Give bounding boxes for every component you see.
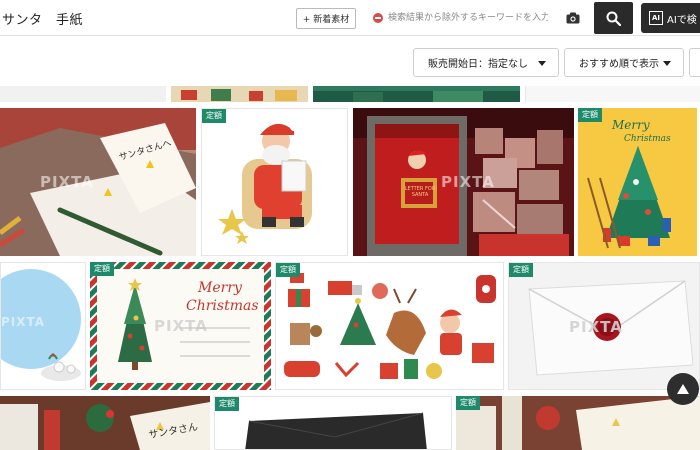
thumbnail-christmas-icons-image	[276, 263, 503, 389]
new-materials-button[interactable]: + 新着素材	[296, 8, 356, 29]
card-merry-text: Merry	[198, 280, 242, 296]
thumbnail-letter-pencil[interactable]: サンタさんへ PIXTA	[0, 108, 196, 256]
thumbnail-row0-4[interactable]	[525, 86, 700, 102]
watermark-text: PIXTA	[569, 318, 623, 336]
thumbnail-row0-3[interactable]	[313, 86, 520, 102]
watermark-text: PIXTA	[1, 315, 46, 329]
fixed-price-badge: 定額	[90, 262, 114, 276]
sale-start-date-label: 販売開始日：指定なし	[428, 59, 528, 70]
thumbnail-santa-reading[interactable]: 定額	[201, 108, 348, 256]
fixed-price-badge: 定額	[202, 109, 226, 123]
camera-search-button[interactable]	[558, 6, 588, 30]
thumbnail-milk-letter-image	[456, 396, 700, 450]
ai-search-button[interactable]: AI AIで検	[641, 3, 700, 33]
fixed-price-badge: 定額	[578, 108, 602, 122]
thumbnail-black-envelope[interactable]: 定額	[214, 396, 452, 450]
arrow-up-icon	[677, 384, 689, 394]
scroll-to-top-button[interactable]	[667, 373, 699, 405]
camera-icon	[566, 12, 580, 24]
thumbnail-black-envelope-image	[215, 397, 451, 449]
thumbnail-christmas-icons[interactable]: 定額	[275, 262, 504, 390]
search-bar: サンタ 手紙 + 新着素材 AI AIで検	[0, 0, 700, 36]
yellow-card-merry: Merry	[612, 118, 650, 132]
thumbnail-row0-2-image	[171, 86, 308, 102]
ai-chip-icon: AI	[649, 11, 663, 25]
chevron-down-icon	[538, 61, 546, 66]
extra-filter-button[interactable]	[689, 48, 700, 77]
search-icon	[606, 11, 621, 26]
thumbnail-wax-seal-envelope[interactable]: 定額 PIXTA	[508, 262, 700, 390]
ai-search-label: AIで検	[667, 14, 697, 26]
watermark-text: PIXTA	[40, 173, 94, 191]
postbox-sign-text: LETTER FOR SANTA	[404, 186, 436, 198]
fixed-price-badge: 定額	[276, 263, 300, 277]
thumbnail-row0-2[interactable]	[171, 86, 308, 102]
exclude-icon	[373, 13, 383, 23]
sale-start-date-dropdown[interactable]: 販売開始日：指定なし	[413, 48, 559, 77]
yellow-card-christmas: Christmas	[624, 134, 671, 144]
thumbnail-santa-reading-image	[202, 109, 347, 255]
sort-order-label: おすすめ順で表示	[579, 59, 659, 70]
exclude-keyword-input[interactable]	[388, 9, 548, 27]
thumbnail-milk-letter[interactable]: 定額	[456, 396, 700, 450]
thumbnail-row0-1[interactable]	[0, 86, 166, 102]
watermark-text: PIXTA	[441, 173, 495, 191]
fixed-price-badge: 定額	[509, 263, 533, 277]
search-query-input[interactable]: サンタ 手紙	[2, 9, 83, 28]
search-button[interactable]	[594, 2, 633, 34]
sort-order-dropdown[interactable]: おすすめ順で表示	[564, 48, 684, 77]
thumbnail-letter-pencil-image	[0, 108, 196, 256]
watermark-text: PIXTA	[154, 317, 208, 335]
thumbnail-christmas-card[interactable]: 定額 Merry Christmas PIXTA	[90, 262, 271, 390]
fixed-price-badge: 定額	[215, 397, 239, 411]
thumbnail-santa-postbox[interactable]: LETTER FOR SANTA PIXTA	[353, 108, 574, 256]
thumbnail-yellow-christmas[interactable]: 定額 Merry Christmas	[578, 108, 697, 256]
thumbnail-milk-cookies[interactable]: サンタさん	[0, 396, 210, 450]
thumbnail-row0-3-image	[313, 86, 520, 102]
search-results-page: サンタ 手紙 + 新着素材 AI AIで検 販売開始日：指定なし	[0, 0, 700, 450]
fixed-price-badge: 定額	[456, 396, 480, 410]
chevron-down-icon	[663, 61, 671, 66]
thumbnail-blue-circle[interactable]: PIXTA	[0, 262, 86, 390]
card-christmas-text: Christmas	[186, 298, 259, 314]
